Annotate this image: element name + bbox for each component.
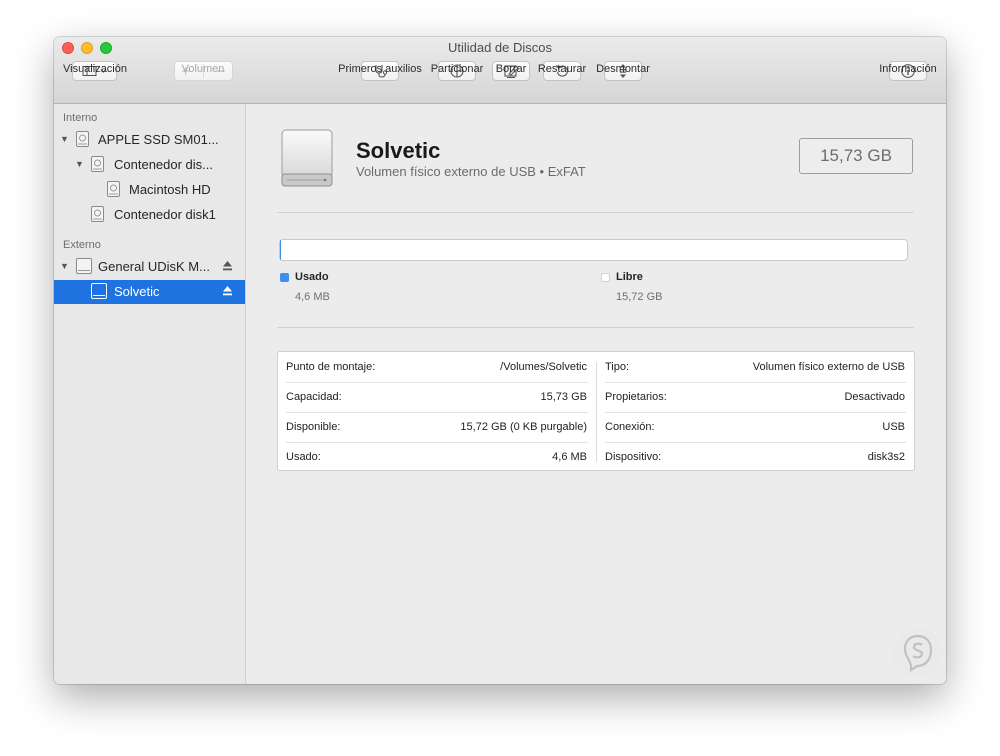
volume-disk-icon [91, 283, 107, 299]
disk-subtitle: Volumen físico externo de USB • ExFAT [356, 164, 586, 179]
watermark-logo [893, 628, 943, 678]
info-row-connection: Conexión: USB [597, 412, 914, 442]
disk-name: Solvetic [356, 138, 441, 163]
info-row-mount-point: Punto de montaje: /Volumes/Solvetic [278, 352, 596, 382]
info-value: 15,72 GB (0 KB purgable) [460, 421, 587, 433]
sidebar-item-label: Contenedor disk1 [114, 207, 216, 222]
titlebar: Utilidad de Discos Visualización + − Vol… [54, 37, 946, 104]
disclosure-triangle-icon[interactable]: ▼ [60, 134, 69, 144]
external-drive-icon [281, 129, 333, 187]
sidebar-item-container-disk1[interactable]: Contenedor disk1 [54, 203, 245, 227]
sidebar-item-label: General UDisK M... [98, 259, 210, 274]
view-label: Visualización [62, 63, 127, 75]
disk-utility-window: Utilidad de Discos Visualización + − Vol… [54, 37, 946, 684]
volume-label: Volumen [181, 63, 225, 75]
info-row-type: Tipo: Volumen físico externo de USB [597, 352, 914, 382]
sidebar-item-label: Contenedor dis... [114, 157, 214, 172]
external-section-header: Externo [63, 239, 101, 251]
watermark-s-icon [903, 634, 933, 673]
info-label: Dispositivo: [605, 451, 662, 463]
info-label: Propietarios: [605, 391, 667, 403]
divider [277, 212, 914, 213]
info-label: Disponible: [286, 421, 341, 433]
used-legend-swatch [280, 273, 289, 282]
sidebar-item-label: APPLE SSD SM01... [98, 132, 219, 147]
used-legend-label: Usado [295, 271, 329, 283]
eject-icon[interactable] [222, 285, 233, 297]
container-disk-icon [91, 206, 104, 222]
info-value: 4,6 MB [552, 451, 587, 463]
sidebar-item-label: Solvetic [114, 284, 160, 299]
internal-disk-icon [76, 131, 89, 147]
volume-info-table: Punto de montaje: /Volumes/Solvetic Capa… [277, 351, 915, 471]
restore-label: Restaurar [537, 63, 587, 75]
free-legend-swatch [601, 273, 610, 282]
free-legend-label: Libre [616, 271, 643, 283]
disk-size-badge: 15,73 GB [799, 138, 913, 174]
sidebar-item-general-udisk[interactable]: ▼ General UDisK M... [54, 255, 245, 279]
info-label: Usado: [286, 451, 321, 463]
info-row-available: Disponible: 15,72 GB (0 KB purgable) [278, 412, 596, 442]
sidebar-item-container-disk[interactable]: ▼ Contenedor dis... [54, 153, 245, 177]
info-row-device: Dispositivo: disk3s2 [597, 442, 914, 472]
info-value: disk3s2 [867, 451, 905, 463]
sidebar-item-label: Macintosh HD [129, 182, 211, 197]
sidebar-item-macintosh-hd[interactable]: Macintosh HD [54, 178, 245, 202]
info-label: Capacidad: [286, 391, 342, 403]
info-label: Conexión: [605, 421, 655, 433]
info-row-owners: Propietarios: Desactivado [597, 382, 914, 412]
sidebar: Interno ▼ APPLE SSD SM01... ▼ Contenedor… [54, 104, 246, 684]
first-aid-label: Primeros auxilios [338, 63, 422, 75]
volume-disk-icon [107, 181, 120, 197]
external-disk-icon [76, 258, 92, 274]
info-label: Tipo: [605, 361, 630, 373]
internal-section-header: Interno [63, 112, 98, 124]
info-label: Punto de montaje: [286, 361, 376, 373]
info-row-used: Usado: 4,6 MB [278, 442, 596, 472]
divider [277, 327, 914, 328]
used-legend-value: 4,6 MB [295, 291, 330, 303]
eject-icon[interactable] [222, 260, 233, 272]
usage-bar [279, 239, 908, 261]
sidebar-item-solvetic[interactable]: Solvetic [54, 280, 245, 304]
info-row-capacity: Capacidad: 15,73 GB [278, 382, 596, 412]
free-legend-value: 15,72 GB [616, 291, 663, 303]
sidebar-item-apple-ssd[interactable]: ▼ APPLE SSD SM01... [54, 128, 245, 152]
disclosure-triangle-icon[interactable]: ▼ [75, 159, 84, 169]
info-value: USB [882, 421, 905, 433]
container-disk-icon [91, 156, 104, 172]
info-label: Información [879, 63, 937, 75]
unmount-label: Desmontar [596, 63, 650, 75]
info-value: /Volumes/Solvetic [500, 361, 587, 373]
detail-pane: Solvetic Volumen físico externo de USB •… [246, 104, 946, 684]
disclosure-triangle-icon[interactable]: ▼ [60, 261, 69, 271]
partition-label: Particionar [430, 63, 484, 75]
info-value: Volumen físico externo de USB [752, 361, 905, 373]
window-title: Utilidad de Discos [447, 40, 553, 55]
info-value: Desactivado [844, 391, 905, 403]
info-value: 15,73 GB [540, 391, 587, 403]
